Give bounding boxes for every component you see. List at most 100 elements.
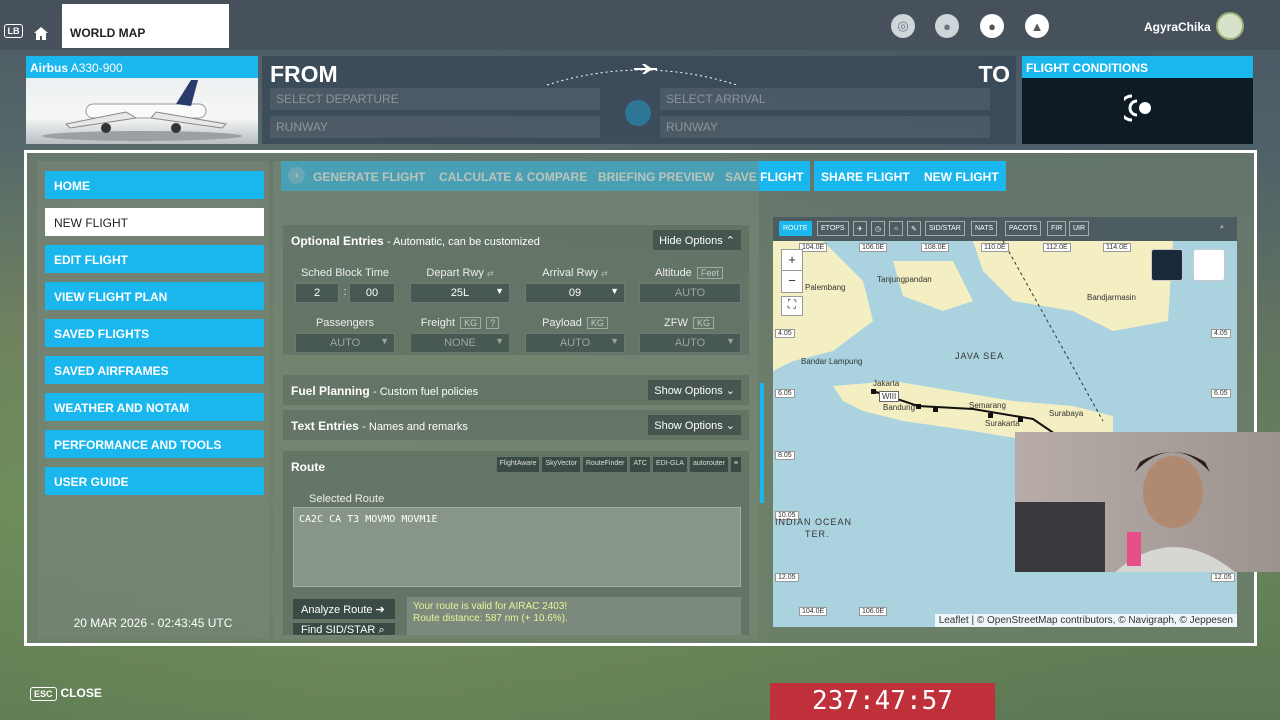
find-sid-star-button[interactable]: Find SID/STAR ⌕ [293, 623, 395, 635]
nav-weather-notam[interactable]: WEATHER AND NOTAM [45, 393, 264, 421]
pacots-layer-toggle[interactable]: PACOTS [1005, 221, 1042, 236]
arrival-rwy-select[interactable]: 09 ▼ [525, 283, 625, 303]
zfw-select[interactable]: AUTO ▼ [639, 333, 741, 353]
layers-icon[interactable] [1193, 249, 1225, 281]
fuel-title: Fuel Planning [291, 384, 370, 398]
fir-layer-toggle[interactable]: FIR [1047, 221, 1067, 236]
select-arrival[interactable]: SELECT ARRIVAL [660, 88, 990, 110]
aircraft-selector[interactable]: Airbus A330-900 [26, 56, 258, 144]
depart-rwy-select[interactable]: 25L ▼ [410, 283, 510, 303]
stream-timer: 237:47:57 [770, 683, 995, 720]
sched-minutes-field[interactable]: 00 [349, 283, 395, 303]
sid-star-layer-toggle[interactable]: SID/STAR [925, 221, 965, 236]
freight-value: NONE [444, 337, 476, 349]
zoom-out-button[interactable]: − [782, 271, 802, 291]
new-flight-button[interactable]: NEW FLIGHT [917, 161, 1006, 191]
home-button[interactable] [27, 18, 55, 48]
lat-label: 12.05 [1211, 573, 1235, 582]
departure-runway[interactable]: RUNWAY [270, 116, 600, 138]
clock-icon[interactable]: ◷ [871, 221, 886, 236]
close-button[interactable]: ESC CLOSE [30, 686, 102, 701]
chevron-down-icon: ⌄ [725, 385, 735, 397]
nav-saved-airframes[interactable]: SAVED AIRFRAMES [45, 356, 264, 384]
webcam-overlay [1015, 432, 1280, 572]
airplane-layer-icon[interactable]: ✈ [853, 221, 867, 236]
routefinder-logo[interactable]: RouteFinder [582, 457, 628, 472]
world-map-tab[interactable]: WORLD MAP [62, 4, 229, 48]
optional-entries-section: Optional Entries - Automatic, can be cus… [283, 225, 749, 355]
search-icon[interactable]: ⌕ [1217, 221, 1227, 236]
autorouter-logo[interactable]: autorouter [689, 457, 728, 472]
payload-select[interactable]: AUTO ▼ [525, 333, 625, 353]
pen-icon[interactable]: ✎ [907, 221, 921, 236]
activity-icon[interactable]: ◎ [891, 14, 915, 38]
fuel-show-options-button[interactable]: Show Options ⌄ [648, 380, 741, 400]
route-section: Route FlightAware SkyVector RouteFinder … [283, 451, 749, 635]
share-flight-button[interactable]: SHARE FLIGHT [814, 161, 917, 191]
select-departure[interactable]: SELECT DEPARTURE [270, 88, 600, 110]
scrollbar[interactable] [760, 383, 764, 503]
find-sid-star-label: Find SID/STAR [301, 624, 376, 635]
nats-layer-toggle[interactable]: NATS [971, 221, 998, 236]
to-label: TO [978, 61, 1010, 87]
utc-datetime: 20 MAR 2026 - 02:43:45 UTC [73, 616, 233, 630]
home-icon [34, 26, 48, 40]
route-layer-toggle[interactable]: ROUTE [779, 221, 812, 236]
map-attribution: Leaflet | © OpenStreetMap contributors, … [934, 614, 1237, 627]
nav-user-guide[interactable]: USER GUIDE [45, 467, 264, 495]
route-textarea[interactable]: CA2C CA T3 MOVMO MOVM1E [293, 507, 741, 587]
nav-new-flight[interactable]: NEW FLIGHT [45, 208, 264, 236]
lon-label: 104.0E [799, 607, 828, 616]
analyze-route-button[interactable]: Analyze Route ➔ [293, 599, 395, 619]
passengers-select[interactable]: AUTO ▼ [295, 333, 395, 353]
zoom-in-button[interactable]: + [782, 250, 802, 271]
altitude-field[interactable]: AUTO [639, 283, 741, 303]
uir-layer-toggle[interactable]: UIR [1069, 221, 1090, 236]
lon-label: 114.0E [1103, 243, 1131, 252]
lon-label: 110.0E [981, 243, 1009, 252]
weather-icon[interactable]: ☼ [889, 221, 904, 236]
hide-options-label: Hide Options [659, 235, 723, 247]
nav-saved-flights[interactable]: SAVED FLIGHTS [45, 319, 264, 347]
flight-conditions-panel[interactable]: FLIGHT CONDITIONS [1022, 56, 1253, 144]
altitude-label-text: Altitude [655, 267, 692, 279]
lat-label: 8.05 [775, 451, 795, 460]
skyvector-logo[interactable]: SkyVector [542, 457, 580, 472]
freight-select[interactable]: NONE ▼ [410, 333, 510, 353]
payload-unit[interactable]: KG [586, 317, 608, 329]
avatar[interactable] [1216, 12, 1244, 40]
route-header: FROM TO SELECT DEPARTURE RUNWAY SELECT A… [262, 56, 1016, 144]
fullscreen-icon[interactable]: ⛶ [781, 296, 803, 316]
lon-label: 108.0E [921, 243, 950, 252]
friends-icon[interactable]: ● [935, 14, 959, 38]
edi-gla-logo[interactable]: EDI-GLA [652, 457, 687, 472]
swap-icon[interactable] [625, 100, 651, 126]
flightaware-logo[interactable]: FlightAware [496, 457, 540, 472]
nav-edit-flight[interactable]: EDIT FLIGHT [45, 245, 264, 273]
lat-label: 6.05 [1211, 389, 1231, 398]
more-icon[interactable]: ≡ [730, 457, 741, 472]
atc-logo[interactable]: ATC [630, 457, 650, 472]
loading-icon [1124, 94, 1151, 122]
etops-layer-toggle[interactable]: ETOPS [817, 221, 849, 236]
altitude-unit[interactable]: Feet [696, 267, 723, 279]
freight-label: Freight KG ? [410, 317, 510, 329]
arrival-runway[interactable]: RUNWAY [660, 116, 990, 138]
freight-unit[interactable]: KG [460, 317, 482, 329]
notifications-icon[interactable]: ▲ [1025, 14, 1049, 38]
nav-home[interactable]: HOME [45, 171, 264, 199]
form-column: Optional Entries - Automatic, can be cus… [273, 161, 759, 639]
freight-label-text: Freight [420, 317, 456, 329]
zfw-unit[interactable]: KG [692, 317, 714, 329]
place-label: Jakarta [873, 379, 900, 388]
nav-performance-tools[interactable]: PERFORMANCE AND TOOLS [45, 430, 264, 458]
help-icon[interactable]: ? [486, 317, 500, 329]
dropdown-icon: ▼ [495, 336, 504, 346]
profile-icon[interactable]: ● [980, 14, 1004, 38]
hide-options-button[interactable]: Hide Options ⌃ [653, 230, 741, 250]
text-show-options-button[interactable]: Show Options ⌄ [648, 415, 741, 435]
nav-view-flight-plan[interactable]: VIEW FLIGHT PLAN [45, 282, 264, 310]
place-label: Bandjarmasin [1087, 293, 1136, 302]
map-style-icon[interactable] [1151, 249, 1183, 281]
lb-key-hint: LB [4, 24, 23, 38]
